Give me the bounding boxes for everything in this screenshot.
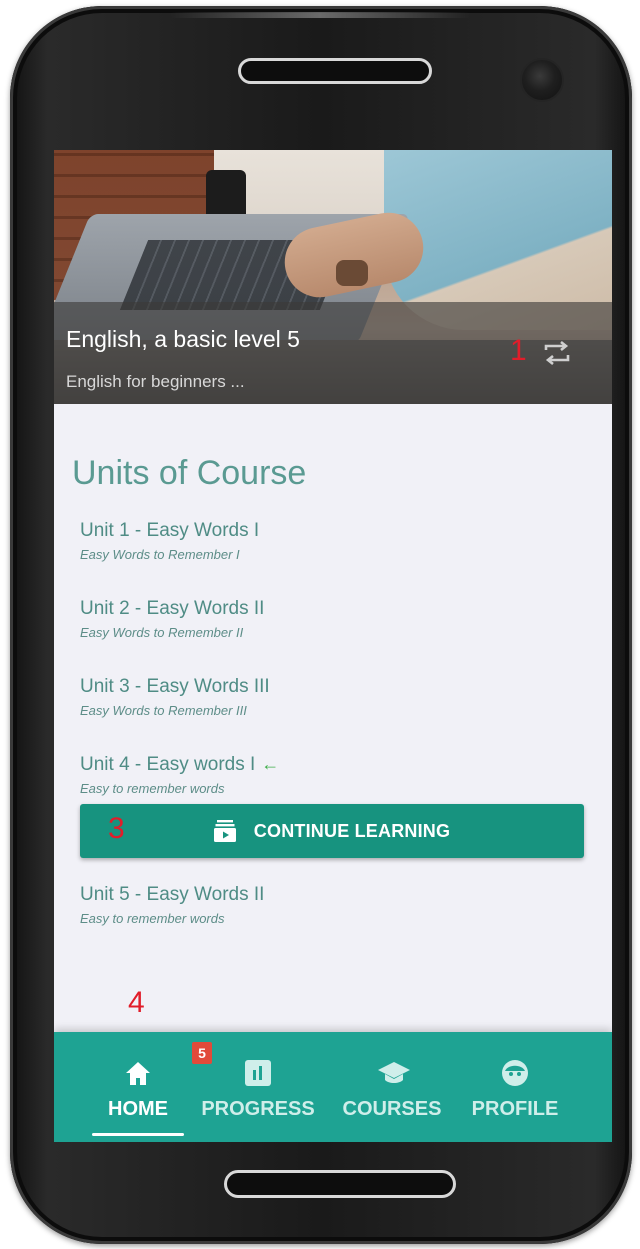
unit-item-1[interactable]: Unit 1 - Easy Words I Easy Words to Reme…: [80, 520, 259, 562]
app-screen: English, a basic level 5 English for beg…: [54, 150, 612, 1142]
nav-label-progress: PROGRESS: [201, 1098, 315, 1120]
unit-title: Unit 3 - Easy Words III: [80, 676, 270, 697]
nav-item-home[interactable]: 5 HOME: [92, 1032, 212, 1142]
active-tab-indicator: [92, 1133, 184, 1136]
nav-item-profile[interactable]: PROFILE: [464, 1032, 566, 1142]
unit-subtitle: Easy Words to Remember I: [80, 547, 240, 562]
bar-chart-icon: [243, 1058, 273, 1088]
unit-subtitle: Easy to remember words: [80, 781, 225, 796]
continue-learning-label: CONTINUE LEARNING: [253, 820, 451, 841]
phone-camera: [520, 58, 564, 102]
nav-label-home: HOME: [108, 1098, 168, 1120]
unit-item-5[interactable]: Unit 5 - Easy Words II Easy to remember …: [80, 884, 264, 926]
nav-item-courses[interactable]: COURSES: [336, 1032, 448, 1142]
annotation-marker-3: 3: [108, 812, 125, 845]
annotation-marker-1: 1: [510, 334, 527, 367]
nav-label-courses: COURSES: [342, 1098, 442, 1120]
nav-label-profile: PROFILE: [471, 1098, 559, 1120]
course-title: English, a basic level 5: [66, 326, 300, 352]
unit-title-row: Unit 4 - Easy words I ←: [80, 754, 279, 776]
course-subtitle: English for beginners ...: [66, 372, 245, 391]
hero-image-watch: [336, 260, 368, 286]
home-icon: [123, 1058, 153, 1088]
unit-title: Unit 2 - Easy Words II: [80, 598, 265, 619]
phone-edge-highlight: [170, 12, 470, 18]
face-icon: [500, 1058, 530, 1088]
phone-home-button[interactable]: [224, 1170, 456, 1198]
nav-item-progress[interactable]: PROGRESS: [194, 1032, 322, 1142]
unit-title: Unit 5 - Easy Words II: [80, 884, 265, 905]
lesson-stack-icon: [213, 819, 236, 843]
units-heading: Units of Course: [72, 454, 307, 492]
unit-subtitle: Easy Words to Remember III: [80, 703, 247, 718]
continue-learning-button[interactable]: 3 CONTINUE LEARNING: [80, 804, 584, 858]
phone-speaker: [238, 58, 432, 84]
unit-item-4[interactable]: Unit 4 - Easy words I ← Easy to remember …: [80, 754, 279, 796]
annotation-marker-4: 4: [128, 986, 145, 1019]
unit-subtitle: Easy Words to Remember II: [80, 625, 244, 640]
course-hero: English, a basic level 5 English for beg…: [54, 150, 612, 404]
repeat-icon[interactable]: [540, 338, 574, 368]
unit-item-2[interactable]: Unit 2 - Easy Words II Easy Words to Rem…: [80, 598, 264, 640]
graduation-cap-icon: [377, 1058, 410, 1088]
unit-title: Unit 4 - Easy words I: [80, 754, 256, 775]
unit-subtitle: Easy to remember words: [80, 911, 225, 926]
unit-item-3[interactable]: Unit 3 - Easy Words III Easy Words to Re…: [80, 676, 270, 718]
bottom-navigation: 5 HOME PROGRESS COURSES PROFILE: [54, 1032, 612, 1142]
unit-title: Unit 1 - Easy Words I: [80, 520, 260, 541]
current-unit-arrow-icon: ←: [261, 754, 280, 774]
